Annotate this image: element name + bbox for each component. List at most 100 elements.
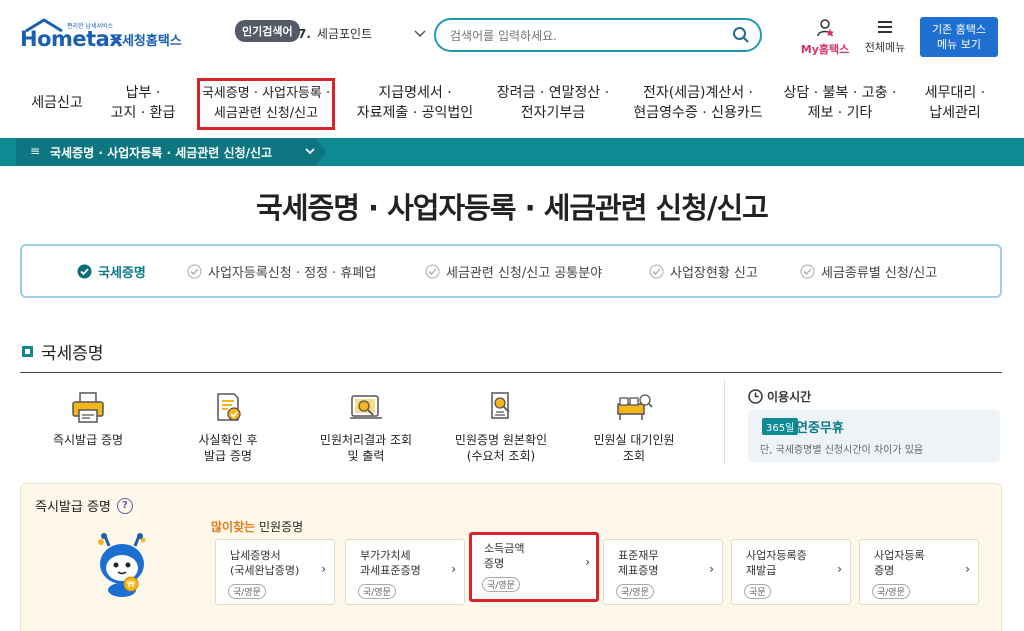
old-menu-button[interactable]: 기존 홈택스 메뉴 보기	[920, 17, 998, 57]
card-label: 재발급	[746, 564, 777, 577]
card-tax-payment-cert[interactable]: 납세증명서 (국세완납증명) › 국/영문	[215, 539, 335, 605]
tab-label: 세금종류별 신청/신고	[821, 266, 938, 281]
check-circle-icon	[187, 264, 202, 279]
hamburger-icon	[878, 21, 892, 33]
card-label: 제표증명	[618, 564, 659, 577]
tab-common[interactable]: 세금관련 신청/신고 공통분야	[425, 262, 602, 281]
search-input[interactable]	[450, 26, 720, 46]
gnb-label: 지급명세서 ·	[378, 85, 452, 101]
check-circle-icon	[649, 264, 664, 279]
help-icon[interactable]: ?	[116, 497, 133, 514]
menu-icon: ≡	[30, 144, 41, 158]
gnb-consult[interactable]: 상담 · 불복 · 고충 · 제보 · 기타	[780, 78, 900, 128]
gnb-tax-report[interactable]: 세금신고	[22, 78, 92, 128]
service-verify-issue[interactable]: 사실확인 후 발급 증명	[168, 390, 288, 464]
gnb-label: 세무대리 ·	[924, 85, 986, 101]
chevron-down-icon	[305, 148, 315, 155]
service-instant-issue[interactable]: 즉시발급 증명	[28, 390, 148, 448]
search-icon[interactable]	[732, 26, 750, 44]
svg-text:₩: ₩	[127, 580, 135, 589]
scroll-search-icon	[350, 395, 382, 419]
gnb-incentive[interactable]: 장려금 · 연말정산 · 전자기부금	[488, 78, 618, 128]
service-label: 및 출력	[347, 449, 385, 463]
popular-search-select[interactable]: 7. 세금포인트	[298, 25, 428, 47]
tab-label: 사업장현황 신고	[670, 266, 758, 281]
vertical-divider	[724, 380, 725, 464]
language-tag: 국/영문	[616, 584, 654, 599]
service-label: 민원실 대기인원	[593, 433, 675, 447]
tab-certificate[interactable]: 국세증명	[77, 262, 146, 281]
chevron-right-icon: ›	[965, 562, 970, 576]
global-nav: 세금신고 납부 · 고지 · 환급 국세증명 · 사업자등록 · 세금관련 신청…	[0, 78, 1024, 130]
panel-title: 즉시발급 증명 ?	[35, 496, 133, 515]
tab-label: 세금관련 신청/신고 공통분야	[446, 266, 603, 281]
gnb-label: 상담 · 불복 · 고충 ·	[783, 85, 897, 101]
chevron-right-icon: ›	[321, 562, 326, 576]
gnb-payment-statement[interactable]: 지급명세서 · 자료제출 · 공익법인	[350, 78, 480, 128]
service-label: 발급 증명	[204, 449, 252, 463]
gnb-label: 세금관련 신청/신고	[213, 106, 319, 121]
card-label: 소득금액	[484, 542, 525, 555]
breadcrumb-bar: ≡ 국세증명 · 사업자등록 · 세금관련 신청/신고	[0, 138, 1024, 166]
card-label: 증명	[874, 564, 895, 577]
card-label: 증명	[484, 557, 505, 570]
gnb-label: 현금영수증 · 신용카드	[633, 105, 763, 121]
search-box	[434, 18, 762, 52]
mascot-character-icon: ₩	[98, 533, 146, 597]
logo-korean: 국세청홈택스	[110, 34, 182, 49]
tab-label: 국세증명	[98, 266, 146, 281]
sub-tab-bar: 국세증명 사업자등록신청 · 정정 · 휴폐업 세금관련 신청/신고 공통분야 …	[20, 244, 1002, 298]
service-original-verify[interactable]: 민원증명 원본확인 (수요처 조회)	[436, 390, 566, 464]
usage-nonstop: 연중무휴	[796, 421, 844, 436]
tab-business-registration[interactable]: 사업자등록신청 · 정정 · 휴폐업	[187, 262, 376, 281]
service-label: 사실확인 후	[198, 433, 258, 447]
usage-title-text: 이용시간	[767, 390, 812, 404]
gnb-e-invoice[interactable]: 전자(세금)계산서 · 현금영수증 · 신용카드	[628, 78, 768, 128]
badge-365: 365일	[762, 418, 799, 435]
popular-term: 세금포인트	[316, 27, 373, 41]
tab-label: 사업자등록신청 · 정정 · 휴폐업	[208, 266, 377, 281]
chevron-down-icon	[414, 30, 426, 38]
gnb-label: 전자(세금)계산서 ·	[643, 85, 753, 101]
section-title: 국세증명	[22, 339, 104, 364]
tab-tax-type[interactable]: 세금종류별 신청/신고	[800, 262, 937, 281]
frequent-rest: 민원증명	[255, 520, 304, 534]
chevron-right-icon: ›	[451, 562, 456, 576]
card-label: 표준재무	[618, 549, 659, 562]
all-menu-label: 전체메뉴	[864, 41, 906, 54]
service-waiting-inquiry[interactable]: 민원실 대기인원 조회	[574, 390, 694, 464]
card-label: 사업자등록증	[746, 549, 807, 562]
card-label: 부가가치세	[360, 549, 411, 562]
card-business-reg-reissue[interactable]: 사업자등록증 재발급 › 국문	[731, 539, 851, 605]
service-result-inquiry[interactable]: 민원처리결과 조회 및 출력	[306, 390, 426, 464]
gnb-payment[interactable]: 납부 · 고지 · 환급	[98, 78, 188, 128]
hometax-logo[interactable]: 편리한 납세서비스 Hometax 국세청홈택스	[20, 18, 190, 54]
gnb-label: 전자기부금	[520, 105, 586, 121]
frequent-highlight: 많이찾는	[211, 520, 256, 534]
card-business-reg-cert[interactable]: 사업자등록 증명 › 국/영문	[859, 539, 979, 605]
gnb-label: 국세증명 · 사업자등록 ·	[201, 86, 331, 101]
language-tag: 국/영문	[872, 584, 910, 599]
gnb-tax-agent[interactable]: 세무대리 · 납세관리	[910, 78, 1000, 128]
card-vat-base-cert[interactable]: 부가가치세과세표준증명 › 국/영문	[345, 539, 465, 605]
document-check-icon	[217, 393, 241, 421]
my-hometax-label: My홈택스	[800, 43, 850, 56]
certificate-search-icon	[491, 392, 510, 419]
language-tag: 국/영문	[482, 577, 520, 592]
clock-icon	[748, 389, 763, 404]
service-label: 민원증명 원본확인	[454, 433, 548, 447]
card-label: 과세표준증명	[360, 564, 421, 577]
section-title-text: 국세증명	[41, 344, 104, 364]
tab-business-status[interactable]: 사업장현황 신고	[649, 262, 758, 281]
language-tag: 국문	[744, 584, 771, 599]
card-financial-statement-cert[interactable]: 표준재무 제표증명 › 국/영문	[603, 539, 723, 605]
instant-issue-panel: 즉시발급 증명 ? 많이찾는 민원증명 ₩ 납세증명서 (국세완납증명) › 국/…	[20, 483, 1002, 631]
all-menu-button[interactable]: 전체메뉴	[860, 19, 910, 55]
gnb-certificate[interactable]: 국세증명 · 사업자등록 · 세금관련 신청/신고	[197, 78, 335, 130]
language-tag: 국/영문	[358, 584, 396, 599]
card-income-amount-cert[interactable]: 소득금액증명 › 국/영문	[469, 532, 599, 602]
language-tag: 국/영문	[228, 584, 266, 599]
gnb-label: 제보 · 기타	[807, 105, 873, 121]
my-hometax-button[interactable]: My홈택스	[798, 19, 852, 56]
chevron-right-icon: ›	[585, 555, 590, 569]
